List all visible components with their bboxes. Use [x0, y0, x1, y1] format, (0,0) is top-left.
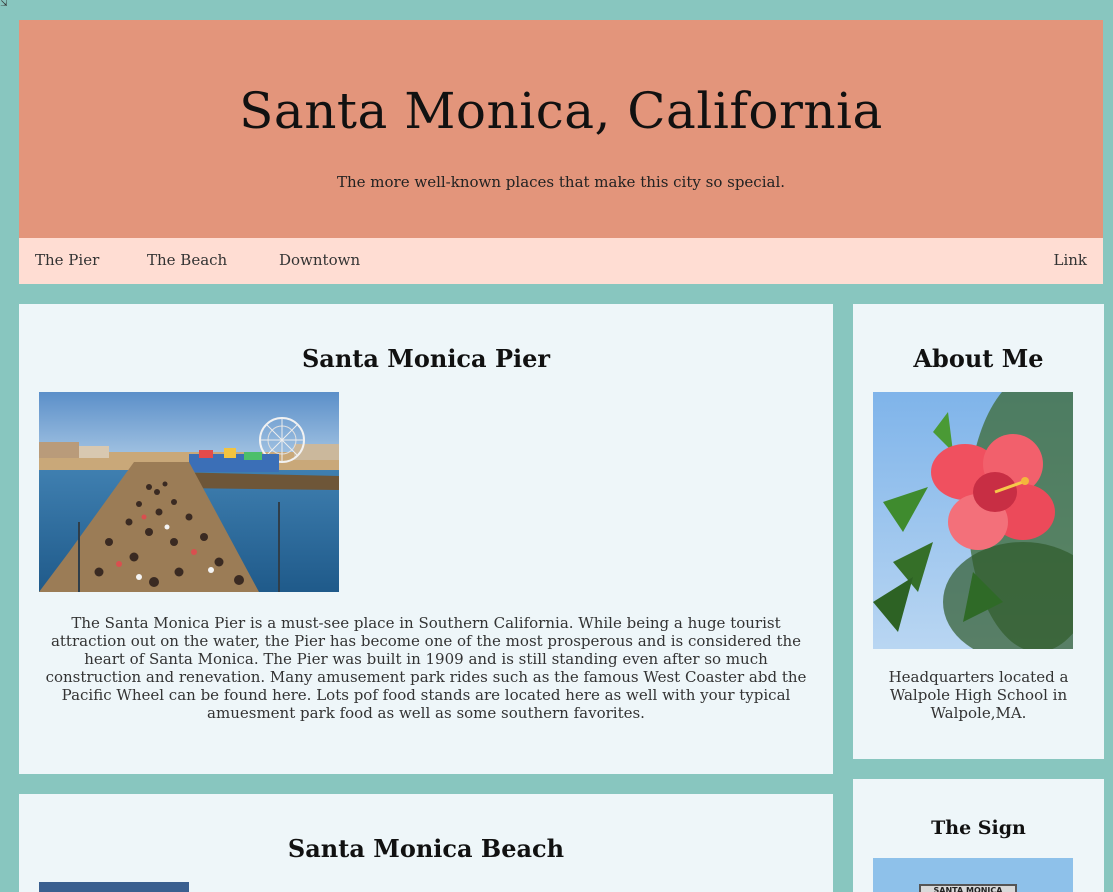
sign-board: SANTA MONICA — [919, 884, 1017, 892]
hibiscus-photo — [873, 392, 1073, 649]
page-title: Santa Monica, California — [239, 82, 883, 140]
page-frame: ⇲ Santa Monica, California The more well… — [0, 0, 1113, 892]
beach-heading: Santa Monica Beach — [287, 834, 565, 863]
about-description: Headquarters located a Walpole High Scho… — [888, 668, 1069, 722]
pier-description: The Santa Monica Pier is a must-see plac… — [45, 614, 807, 722]
pier-card: Santa Monica Pier The Santa Monica Pier … — [19, 304, 833, 774]
page-subtitle: The more well-known places that make thi… — [336, 173, 786, 191]
pier-heading: Santa Monica Pier — [301, 344, 551, 373]
nav-link-right[interactable]: Link — [1053, 251, 1087, 269]
about-card: About Me Headquarters located a Walpole … — [853, 304, 1104, 759]
sign-photo: SANTA MONICA — [873, 858, 1073, 892]
hibiscus-photo-graphic — [873, 392, 1073, 649]
top-navbar: The Pier The Beach Downtown Link — [19, 238, 1103, 284]
beach-photo — [39, 882, 189, 892]
beach-card: Santa Monica Beach — [19, 794, 833, 892]
about-heading: About Me — [913, 344, 1044, 373]
sign-heading: The Sign — [931, 817, 1026, 839]
pier-photo — [39, 392, 339, 592]
nav-link-downtown[interactable]: Downtown — [279, 251, 360, 269]
nav-link-the-beach[interactable]: The Beach — [147, 251, 227, 269]
pier-photo-graphic — [39, 392, 339, 592]
resize-cursor-icon: ⇲ — [0, 0, 8, 9]
sign-card: The Sign SANTA MONICA — [853, 779, 1104, 892]
page-header: Santa Monica, California The more well-k… — [19, 20, 1103, 238]
nav-link-the-pier[interactable]: The Pier — [35, 251, 99, 269]
